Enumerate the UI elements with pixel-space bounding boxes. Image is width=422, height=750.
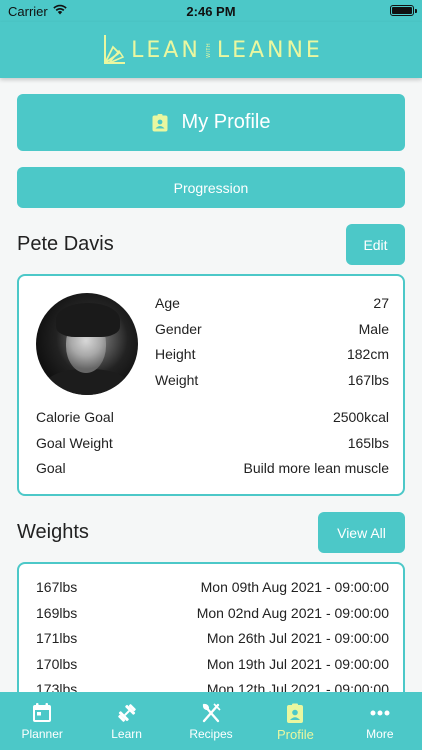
calendar-icon — [33, 703, 52, 722]
tab-learn[interactable]: Learn — [84, 692, 168, 750]
goal-label: Goal Weight — [36, 435, 113, 451]
weight-value: 167lbs — [36, 579, 78, 595]
weight-date: Mon 02nd Aug 2021 - 09:00:00 — [196, 605, 389, 621]
edit-profile-button[interactable]: Edit — [346, 224, 405, 265]
battery-icon — [390, 5, 417, 16]
utensils-icon — [202, 703, 221, 723]
tab-label: Planner — [21, 727, 63, 741]
profile-details-card: Age 27 Gender Male Height 182cm Weight 1… — [17, 274, 405, 496]
goal-value: Build more lean muscle — [243, 460, 389, 476]
tab-planner[interactable]: Planner — [0, 692, 84, 750]
clock: 2:46 PM — [186, 4, 236, 19]
goal-label: Calorie Goal — [36, 409, 114, 425]
logo-text-lean: LEAN — [131, 37, 201, 63]
goal-row-goal: Goal Build more lean muscle — [36, 460, 389, 476]
stat-label: Height — [155, 346, 196, 362]
logo-mark-icon — [104, 35, 126, 64]
tab-profile[interactable]: Profile — [253, 692, 337, 750]
logo-text-leanne: LEANNE — [216, 37, 323, 63]
tab-label: Recipes — [189, 727, 233, 741]
list-item: 170lbs Mon 19th Jul 2021 - 09:00:00 — [36, 656, 389, 672]
stat-label: Age — [155, 295, 180, 311]
list-item: 169lbs Mon 02nd Aug 2021 - 09:00:00 — [36, 605, 389, 621]
goal-row-calorie: Calorie Goal 2500kcal — [36, 409, 389, 425]
dumbbell-icon — [117, 704, 136, 722]
profile-badge-icon — [152, 113, 168, 131]
app-logo: LEAN WITH LEANNE — [99, 33, 323, 67]
weights-card: 167lbs Mon 09th Aug 2021 - 09:00:00 169l… — [17, 562, 405, 692]
weight-date: Mon 12th Jul 2021 - 09:00:00 — [206, 681, 389, 692]
weights-heading: Weights — [17, 521, 89, 543]
stat-label: Gender — [155, 321, 202, 337]
stat-row-height: Height 182cm — [155, 346, 389, 362]
stat-value: 167lbs — [347, 372, 389, 388]
view-all-weights-button[interactable]: View All — [318, 512, 405, 553]
profile-badge-icon — [287, 703, 304, 723]
goal-row-weight: Goal Weight 165lbs — [36, 435, 389, 451]
tab-label: Profile — [276, 727, 314, 742]
more-dots-icon — [370, 710, 390, 716]
goal-value: 2500kcal — [332, 409, 389, 425]
stat-value: 27 — [373, 295, 389, 311]
weight-value: 171lbs — [36, 630, 78, 646]
weight-date: Mon 09th Aug 2021 - 09:00:00 — [200, 579, 389, 595]
user-name: Pete Davis — [17, 233, 114, 255]
list-item: 167lbs Mon 09th Aug 2021 - 09:00:00 — [36, 579, 389, 595]
goal-label: Goal — [36, 460, 66, 476]
stat-value: 182cm — [346, 346, 389, 362]
my-profile-banner: My Profile — [17, 94, 405, 151]
weight-value: 170lbs — [36, 656, 78, 672]
logo-text-with: WITH — [205, 42, 212, 58]
weight-date: Mon 19th Jul 2021 - 09:00:00 — [206, 656, 389, 672]
stat-row-gender: Gender Male — [155, 321, 389, 337]
weight-date: Mon 26th Jul 2021 - 09:00:00 — [206, 630, 389, 646]
goal-value: 165lbs — [347, 435, 389, 451]
page-title: My Profile — [181, 111, 271, 133]
status-bar: Carrier 2:46 PM — [0, 0, 422, 22]
avatar — [36, 293, 138, 395]
bottom-tab-bar: Planner Learn Recipes Profile More — [0, 692, 422, 750]
tab-more[interactable]: More — [338, 692, 422, 750]
weight-value: 169lbs — [36, 605, 78, 621]
weight-value: 173lbs — [36, 681, 78, 692]
stat-row-weight: Weight 167lbs — [155, 372, 389, 388]
stat-label: Weight — [155, 372, 199, 388]
tab-label: Learn — [111, 727, 142, 741]
stat-row-age: Age 27 — [155, 295, 389, 311]
tab-recipes[interactable]: Recipes — [169, 692, 253, 750]
profile-content[interactable]: My Profile Progression Pete Davis Edit A… — [0, 78, 422, 692]
stat-value: Male — [358, 321, 389, 337]
progression-button[interactable]: Progression — [17, 167, 405, 208]
app-header: LEAN WITH LEANNE — [0, 22, 422, 78]
list-item: 173lbs Mon 12th Jul 2021 - 09:00:00 — [36, 681, 389, 692]
list-item: 171lbs Mon 26th Jul 2021 - 09:00:00 — [36, 630, 389, 646]
tab-label: More — [366, 727, 394, 741]
